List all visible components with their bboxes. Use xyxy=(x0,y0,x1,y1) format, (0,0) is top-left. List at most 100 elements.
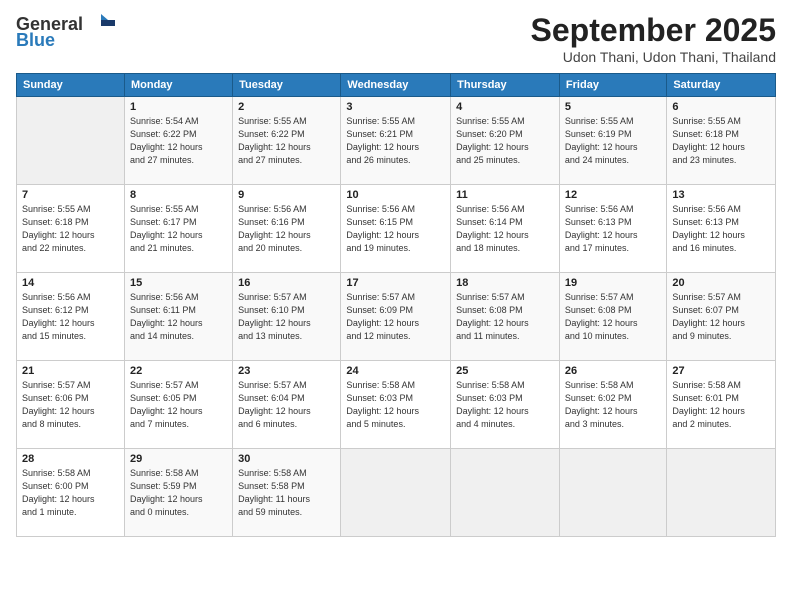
day-info: Sunrise: 5:57 AM Sunset: 6:08 PM Dayligh… xyxy=(456,291,554,343)
day-number: 4 xyxy=(456,101,554,113)
day-info: Sunrise: 5:58 AM Sunset: 5:59 PM Dayligh… xyxy=(130,467,227,519)
day-number: 10 xyxy=(346,189,445,201)
calendar-cell: 17 Sunrise: 5:57 AM Sunset: 6:09 PM Dayli… xyxy=(341,273,451,361)
calendar-cell: 25 Sunrise: 5:58 AM Sunset: 6:03 PM Dayli… xyxy=(451,361,560,449)
logo-icon xyxy=(83,12,115,36)
day-info: Sunrise: 5:55 AM Sunset: 6:17 PM Dayligh… xyxy=(130,203,227,255)
day-number: 3 xyxy=(346,101,445,113)
calendar-cell: 4 Sunrise: 5:55 AM Sunset: 6:20 PM Daylig… xyxy=(451,97,560,185)
day-info: Sunrise: 5:54 AM Sunset: 6:22 PM Dayligh… xyxy=(130,115,227,167)
day-info: Sunrise: 5:56 AM Sunset: 6:15 PM Dayligh… xyxy=(346,203,445,255)
col-tuesday: Tuesday xyxy=(233,74,341,97)
day-info: Sunrise: 5:58 AM Sunset: 6:01 PM Dayligh… xyxy=(672,379,770,431)
calendar-week-2: 7 Sunrise: 5:55 AM Sunset: 6:18 PM Daylig… xyxy=(17,185,776,273)
day-number: 12 xyxy=(565,189,661,201)
calendar-cell: 21Sunrise: 5:57 AM Sunset: 6:06 PM Dayli… xyxy=(17,361,125,449)
calendar-cell: 28 Sunrise: 5:58 AM Sunset: 6:00 PM Dayli… xyxy=(17,449,125,537)
day-number: 9 xyxy=(238,189,335,201)
logo: General Blue xyxy=(16,12,115,51)
day-info: Sunrise: 5:57 AM Sunset: 6:04 PM Dayligh… xyxy=(238,379,335,431)
day-info: Sunrise: 5:55 AM Sunset: 6:18 PM Dayligh… xyxy=(22,203,119,255)
day-info: Sunrise: 5:55 AM Sunset: 6:19 PM Dayligh… xyxy=(565,115,661,167)
calendar-header: Sunday Monday Tuesday Wednesday Thursday… xyxy=(17,74,776,97)
logo-blue: Blue xyxy=(16,30,55,51)
calendar-cell: 30 Sunrise: 5:58 AM Sunset: 5:58 PM Dayli… xyxy=(233,449,341,537)
calendar-body: 1 Sunrise: 5:54 AM Sunset: 6:22 PM Daylig… xyxy=(17,97,776,537)
day-number: 15 xyxy=(130,277,227,289)
day-info: Sunrise: 5:57 AM Sunset: 6:07 PM Dayligh… xyxy=(672,291,770,343)
day-info: Sunrise: 5:57 AM Sunset: 6:10 PM Dayligh… xyxy=(238,291,335,343)
day-number: 21 xyxy=(22,365,119,377)
calendar-cell xyxy=(451,449,560,537)
day-number: 22 xyxy=(130,365,227,377)
calendar-cell: 23 Sunrise: 5:57 AM Sunset: 6:04 PM Dayli… xyxy=(233,361,341,449)
calendar-week-3: 14Sunrise: 5:56 AM Sunset: 6:12 PM Dayli… xyxy=(17,273,776,361)
col-sunday: Sunday xyxy=(17,74,125,97)
day-number: 6 xyxy=(672,101,770,113)
day-number: 25 xyxy=(456,365,554,377)
day-info: Sunrise: 5:58 AM Sunset: 6:00 PM Dayligh… xyxy=(22,467,119,519)
col-wednesday: Wednesday xyxy=(341,74,451,97)
day-number: 16 xyxy=(238,277,335,289)
day-number: 11 xyxy=(456,189,554,201)
calendar-cell xyxy=(17,97,125,185)
calendar-cell: 6 Sunrise: 5:55 AM Sunset: 6:18 PM Daylig… xyxy=(667,97,776,185)
day-info: Sunrise: 5:55 AM Sunset: 6:20 PM Dayligh… xyxy=(456,115,554,167)
day-info: Sunrise: 5:58 AM Sunset: 5:58 PM Dayligh… xyxy=(238,467,335,519)
title-block: September 2025 Udon Thani, Udon Thani, T… xyxy=(531,12,776,65)
day-info: Sunrise: 5:57 AM Sunset: 6:05 PM Dayligh… xyxy=(130,379,227,431)
calendar-cell: 22 Sunrise: 5:57 AM Sunset: 6:05 PM Dayli… xyxy=(124,361,232,449)
day-info: Sunrise: 5:55 AM Sunset: 6:18 PM Dayligh… xyxy=(672,115,770,167)
calendar-cell: 12 Sunrise: 5:56 AM Sunset: 6:13 PM Dayli… xyxy=(559,185,666,273)
day-info: Sunrise: 5:58 AM Sunset: 6:02 PM Dayligh… xyxy=(565,379,661,431)
day-number: 23 xyxy=(238,365,335,377)
day-info: Sunrise: 5:57 AM Sunset: 6:08 PM Dayligh… xyxy=(565,291,661,343)
day-info: Sunrise: 5:56 AM Sunset: 6:13 PM Dayligh… xyxy=(565,203,661,255)
calendar-cell: 13 Sunrise: 5:56 AM Sunset: 6:13 PM Dayli… xyxy=(667,185,776,273)
calendar-cell: 1 Sunrise: 5:54 AM Sunset: 6:22 PM Daylig… xyxy=(124,97,232,185)
col-saturday: Saturday xyxy=(667,74,776,97)
calendar-cell: 14Sunrise: 5:56 AM Sunset: 6:12 PM Dayli… xyxy=(17,273,125,361)
day-info: Sunrise: 5:56 AM Sunset: 6:16 PM Dayligh… xyxy=(238,203,335,255)
day-info: Sunrise: 5:58 AM Sunset: 6:03 PM Dayligh… xyxy=(456,379,554,431)
day-info: Sunrise: 5:56 AM Sunset: 6:13 PM Dayligh… xyxy=(672,203,770,255)
month-title: September 2025 xyxy=(531,12,776,49)
day-number: 8 xyxy=(130,189,227,201)
day-number: 2 xyxy=(238,101,335,113)
calendar-cell: 19Sunrise: 5:57 AM Sunset: 6:08 PM Dayli… xyxy=(559,273,666,361)
day-info: Sunrise: 5:56 AM Sunset: 6:11 PM Dayligh… xyxy=(130,291,227,343)
calendar-cell: 29 Sunrise: 5:58 AM Sunset: 5:59 PM Dayli… xyxy=(124,449,232,537)
day-number: 29 xyxy=(130,453,227,465)
calendar-week-1: 1 Sunrise: 5:54 AM Sunset: 6:22 PM Daylig… xyxy=(17,97,776,185)
day-number: 17 xyxy=(346,277,445,289)
calendar-cell: 15 Sunrise: 5:56 AM Sunset: 6:11 PM Dayli… xyxy=(124,273,232,361)
calendar-table: Sunday Monday Tuesday Wednesday Thursday… xyxy=(16,73,776,537)
calendar-cell xyxy=(341,449,451,537)
calendar-cell: 24Sunrise: 5:58 AM Sunset: 6:03 PM Dayli… xyxy=(341,361,451,449)
day-info: Sunrise: 5:55 AM Sunset: 6:21 PM Dayligh… xyxy=(346,115,445,167)
calendar-cell: 8 Sunrise: 5:55 AM Sunset: 6:17 PM Daylig… xyxy=(124,185,232,273)
day-number: 5 xyxy=(565,101,661,113)
calendar-week-5: 28 Sunrise: 5:58 AM Sunset: 6:00 PM Dayli… xyxy=(17,449,776,537)
day-info: Sunrise: 5:56 AM Sunset: 6:14 PM Dayligh… xyxy=(456,203,554,255)
day-info: Sunrise: 5:57 AM Sunset: 6:09 PM Dayligh… xyxy=(346,291,445,343)
header: General Blue September 2025 Udon Thani, … xyxy=(16,12,776,65)
day-number: 20 xyxy=(672,277,770,289)
calendar-cell: 11 Sunrise: 5:56 AM Sunset: 6:14 PM Dayli… xyxy=(451,185,560,273)
day-number: 7 xyxy=(22,189,119,201)
col-friday: Friday xyxy=(559,74,666,97)
day-number: 24 xyxy=(346,365,445,377)
calendar-cell: 26 Sunrise: 5:58 AM Sunset: 6:02 PM Dayli… xyxy=(559,361,666,449)
calendar-cell: 10 Sunrise: 5:56 AM Sunset: 6:15 PM Dayli… xyxy=(341,185,451,273)
day-number: 26 xyxy=(565,365,661,377)
day-number: 13 xyxy=(672,189,770,201)
calendar-cell: 5 Sunrise: 5:55 AM Sunset: 6:19 PM Daylig… xyxy=(559,97,666,185)
col-thursday: Thursday xyxy=(451,74,560,97)
day-number: 14 xyxy=(22,277,119,289)
calendar-cell: 18Sunrise: 5:57 AM Sunset: 6:08 PM Dayli… xyxy=(451,273,560,361)
day-number: 1 xyxy=(130,101,227,113)
page: General Blue September 2025 Udon Thani, … xyxy=(0,0,792,612)
day-number: 28 xyxy=(22,453,119,465)
calendar-cell: 20 Sunrise: 5:57 AM Sunset: 6:07 PM Dayli… xyxy=(667,273,776,361)
day-number: 30 xyxy=(238,453,335,465)
